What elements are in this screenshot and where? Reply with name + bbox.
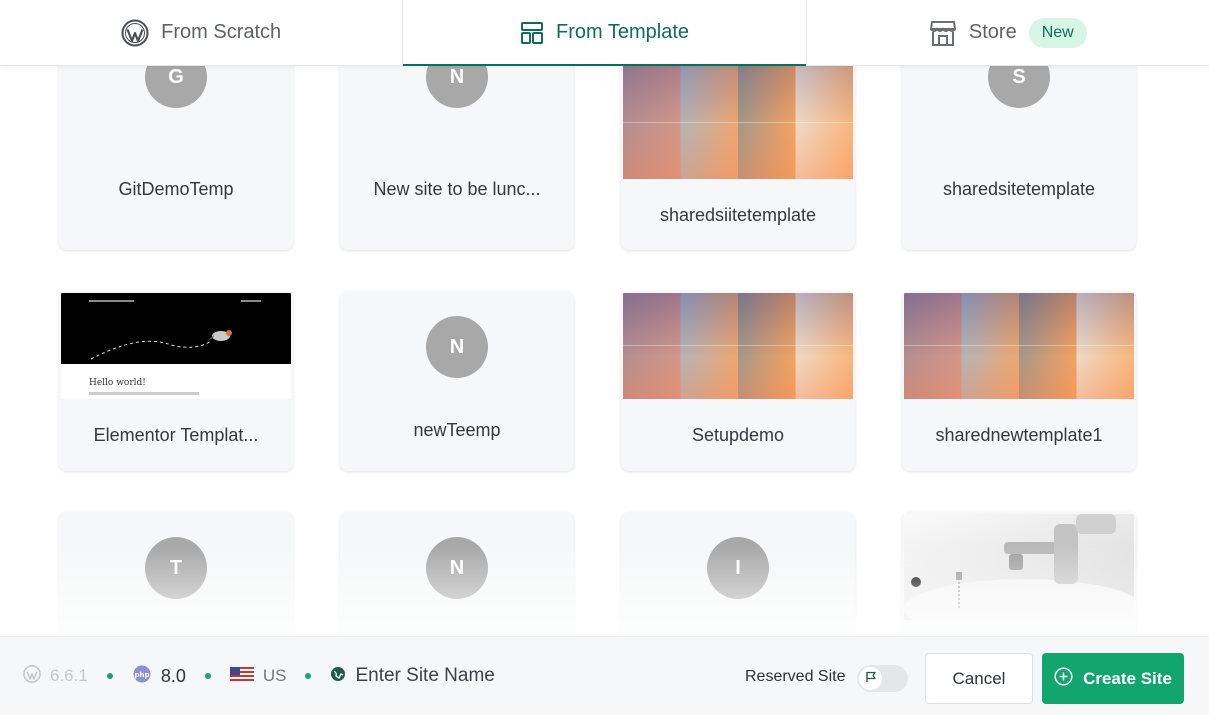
- footer-bar: 6.6.1 php 8.0 US Enter Site Name Reserve…: [0, 636, 1209, 715]
- template-avatar: N: [426, 66, 488, 108]
- template-card[interactable]: T: [59, 512, 293, 636]
- template-thumbnail: [904, 514, 1134, 620]
- thumbnail-text: Hello world!: [89, 378, 146, 388]
- template-avatar: S: [988, 66, 1050, 108]
- store-icon: [929, 19, 957, 47]
- site-name-input[interactable]: [355, 665, 556, 687]
- tab-from-template[interactable]: From Template: [403, 0, 807, 66]
- template-avatar: T: [145, 537, 207, 599]
- template-thumbnail: Hello world!: [61, 293, 291, 399]
- new-badge: New: [1028, 17, 1087, 48]
- template-avatar: N: [426, 537, 488, 599]
- template-avatar: I: [707, 537, 769, 599]
- flag-icon: [865, 670, 877, 688]
- reserved-site-toggle[interactable]: [857, 665, 908, 692]
- plus-circle-icon: [1054, 666, 1073, 691]
- site-settings: 6.6.1 php 8.0 US Enter Site Name: [23, 637, 556, 715]
- php-icon: php: [132, 665, 152, 688]
- template-card[interactable]: sharedsiitetemplate: [621, 66, 855, 250]
- template-card[interactable]: I: [621, 512, 855, 636]
- tab-bar: From Scratch From Template Store New: [0, 0, 1209, 66]
- separator-dot: [305, 673, 312, 679]
- template-thumbnail: [623, 293, 853, 399]
- template-card[interactable]: sharednewtemplate1: [902, 291, 1136, 471]
- country-code: US: [262, 666, 287, 685]
- template-name: GitDemoTemp: [118, 179, 234, 199]
- template-grid: G GitDemoTemp N New site to be lunc... s…: [0, 66, 1209, 636]
- php-version: 8.0: [160, 665, 186, 686]
- wordpress-icon: [121, 19, 149, 47]
- template-name: New site to be lunc...: [373, 179, 541, 199]
- php-version-selector[interactable]: php 8.0: [132, 665, 186, 688]
- tab-store[interactable]: Store New: [807, 0, 1209, 65]
- wordpress-icon: [23, 664, 41, 688]
- country-selector[interactable]: US: [229, 666, 287, 686]
- template-card[interactable]: [902, 512, 1136, 636]
- tab-label: Store: [968, 21, 1017, 43]
- site-name-group: [330, 665, 556, 687]
- create-site-label: Create Site: [1083, 668, 1172, 688]
- template-card[interactable]: G GitDemoTemp: [59, 66, 293, 250]
- template-name: Setupdemo: [691, 425, 785, 445]
- create-site-button[interactable]: Create Site: [1042, 653, 1184, 704]
- template-name: sharednewtemplate1: [935, 425, 1103, 445]
- reserved-site-label: Reserved Site: [745, 668, 846, 685]
- template-name: sharedsitetemplate: [942, 179, 1096, 199]
- us-flag-icon: [229, 666, 254, 686]
- template-thumbnail: [623, 66, 853, 179]
- template-name: sharedsiitetemplate: [659, 205, 817, 225]
- template-card[interactable]: S sharedsitetemplate: [902, 66, 1136, 250]
- template-card[interactable]: N: [340, 512, 574, 636]
- separator-dot: [106, 673, 113, 679]
- template-card[interactable]: Hello world! Elementor Templat...: [59, 291, 293, 471]
- template-name: newTeemp: [413, 420, 501, 440]
- template-name: Elementor Templat...: [93, 425, 259, 445]
- template-icon: [520, 21, 544, 45]
- tab-label: From Scratch: [161, 21, 282, 43]
- globe-icon: [330, 666, 346, 687]
- template-avatar: G: [145, 66, 207, 108]
- svg-text:php: php: [134, 671, 149, 679]
- tab-label: From Template: [555, 21, 689, 43]
- template-card[interactable]: N newTeemp: [340, 291, 574, 471]
- template-thumbnail: [904, 293, 1134, 399]
- toggle-knob: [859, 667, 882, 690]
- wp-version-selector[interactable]: 6.6.1: [23, 664, 88, 688]
- template-card[interactable]: N New site to be lunc...: [340, 66, 574, 250]
- template-avatar: N: [426, 316, 488, 378]
- tab-from-scratch[interactable]: From Scratch: [0, 0, 404, 65]
- separator-dot: [204, 673, 211, 679]
- template-card[interactable]: Setupdemo: [621, 291, 855, 471]
- cancel-button[interactable]: Cancel: [925, 653, 1033, 704]
- wp-version: 6.6.1: [50, 666, 88, 685]
